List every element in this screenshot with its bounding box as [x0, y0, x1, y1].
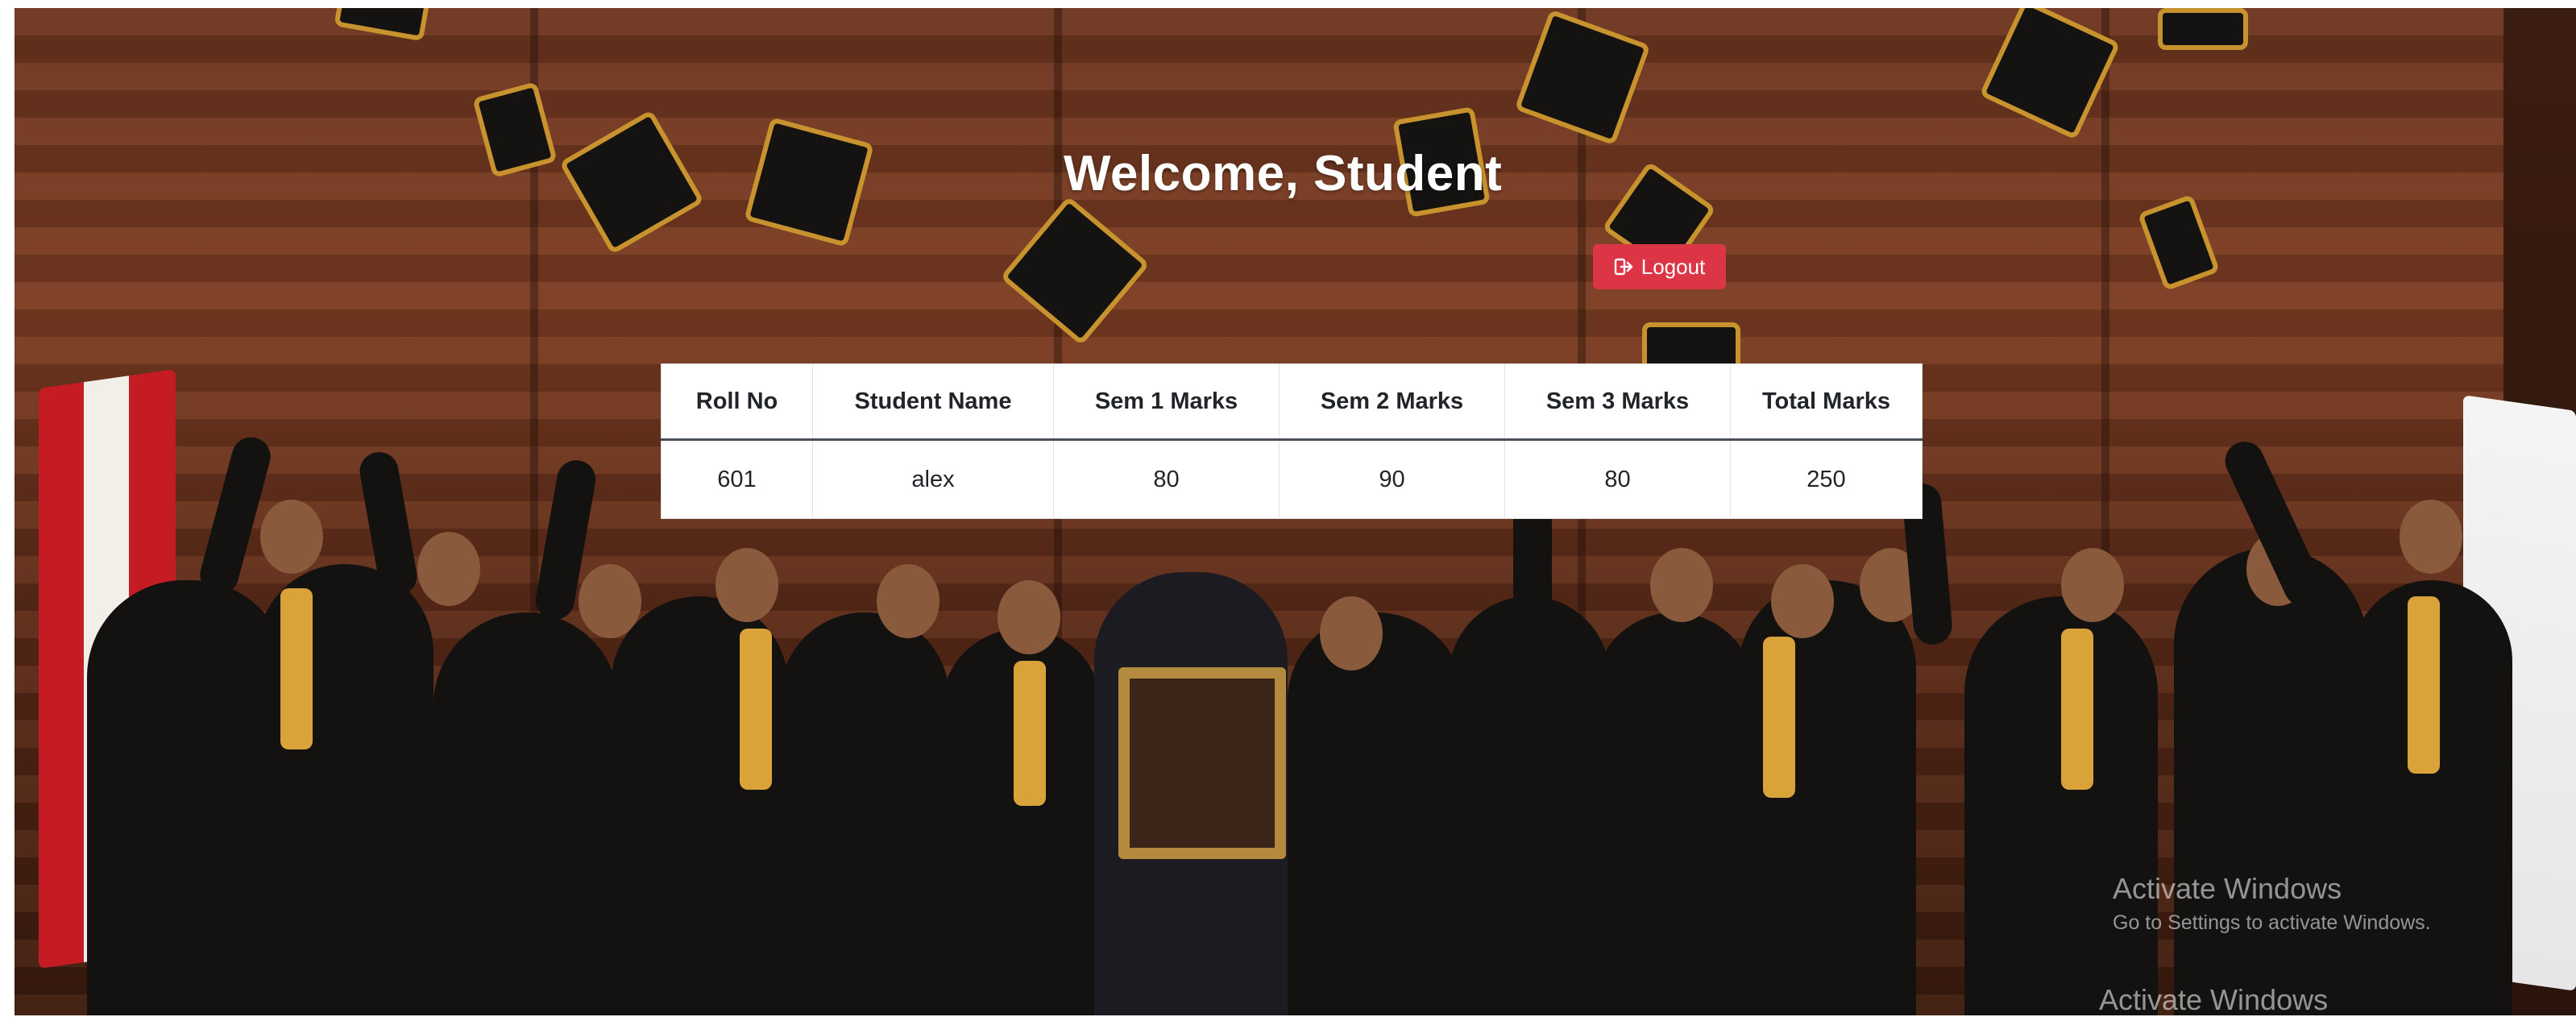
activate-windows-subtext: Go to Settings to activate Windows.: [2113, 911, 2431, 934]
graduate-stole: [2061, 629, 2093, 790]
graduation-cap-icon: [334, 8, 430, 42]
graduate-head: [877, 564, 940, 638]
graduation-cap-icon: [558, 109, 705, 255]
column-header-sem2-marks: Sem 2 Marks: [1279, 363, 1505, 441]
column-header-roll-no: Roll No: [661, 363, 813, 441]
graduate-head: [1320, 596, 1383, 670]
logout-label: Logout: [1641, 254, 1706, 279]
cell-sem2-marks: 90: [1279, 439, 1505, 519]
graduate-head: [998, 580, 1060, 654]
cell-sem3-marks: 80: [1504, 439, 1731, 519]
activate-windows-watermark: Activate Windows: [2113, 872, 2342, 905]
graduate-gown: [780, 612, 949, 1015]
cell-total-marks: 250: [1730, 439, 1923, 519]
graduate-head: [260, 500, 323, 574]
logout-button[interactable]: Logout: [1593, 244, 1726, 289]
cell-roll-no: 601: [661, 439, 813, 519]
graduate-gown: [1449, 596, 1610, 1015]
graduate-head: [417, 532, 480, 606]
graduation-cap-icon: [744, 117, 874, 247]
graduate-head: [2400, 500, 2462, 574]
graduate-gown: [1594, 612, 1755, 1015]
sign-out-icon: [1614, 258, 1633, 276]
marks-table: Roll No Student Name Sem 1 Marks Sem 2 M…: [661, 363, 1923, 519]
graduate-arm: [195, 433, 276, 599]
graduation-cap-icon: [2137, 193, 2221, 292]
graduate-stole: [280, 588, 313, 749]
column-header-student-name: Student Name: [812, 363, 1054, 441]
graduate-gown: [1288, 612, 1465, 1015]
activate-windows-watermark-duplicate: Activate Windows: [2099, 983, 2329, 1016]
graduate-head: [1771, 564, 1834, 638]
graduation-cap-icon: [2158, 8, 2248, 50]
diploma-frame: [1118, 667, 1286, 859]
graduation-cap-icon: [1000, 196, 1150, 346]
column-header-total-marks: Total Marks: [1730, 363, 1923, 441]
cell-sem1-marks: 80: [1053, 439, 1280, 519]
graduates-crowd: [15, 433, 2576, 1015]
column-header-sem3-marks: Sem 3 Marks: [1504, 363, 1731, 441]
graduate-gown: [2174, 548, 2367, 1015]
graduation-cap-icon: [1979, 8, 2121, 140]
graduate-stole: [1763, 637, 1795, 798]
graduate-head: [716, 548, 778, 622]
graduate-stole: [2408, 596, 2440, 774]
graduate-stole: [740, 629, 772, 790]
graduate-head: [1650, 548, 1713, 622]
graduate-stole: [1014, 661, 1046, 806]
cell-student-name: alex: [812, 439, 1054, 519]
graduate-gown: [433, 612, 619, 1015]
graduation-cap-icon: [472, 81, 558, 178]
table-row: 601 alex 80 90 80 250: [661, 439, 1923, 519]
graduate-head: [579, 564, 641, 638]
page-title: Welcome, Student: [1064, 146, 1503, 201]
table-header-row: Roll No Student Name Sem 1 Marks Sem 2 M…: [661, 363, 1923, 441]
graduation-cap-icon: [1514, 9, 1651, 146]
column-header-sem1-marks: Sem 1 Marks: [1053, 363, 1280, 441]
graduate-head: [2061, 548, 2124, 622]
